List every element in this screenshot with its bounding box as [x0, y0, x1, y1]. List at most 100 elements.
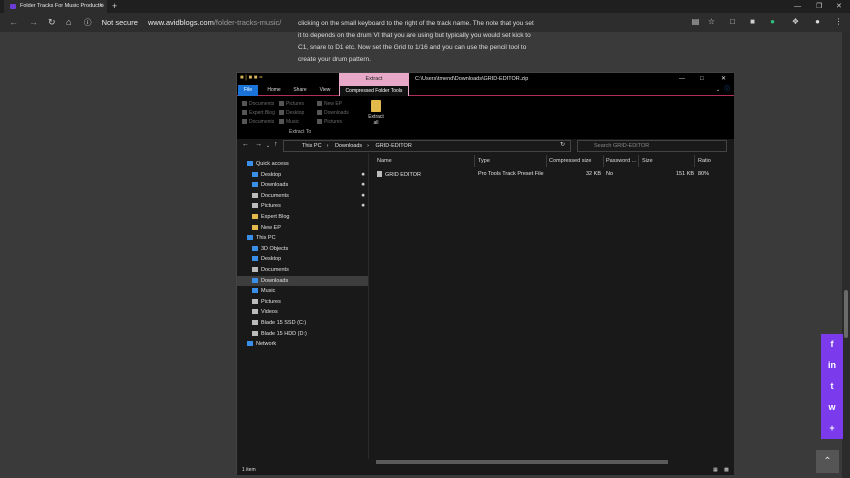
- folder-icon: [252, 320, 258, 325]
- scroll-to-top-button[interactable]: ⌃: [816, 450, 839, 473]
- folder-icon: [252, 330, 258, 336]
- up-icon[interactable]: ↑: [274, 141, 278, 148]
- breadcrumb[interactable]: This PC › Downloads › GRID-EDITOR: [283, 140, 571, 152]
- column-header-size[interactable]: Size: [642, 156, 653, 166]
- tab-compressed-folder-tools[interactable]: Compressed Folder Tools: [339, 85, 409, 96]
- facebook-icon[interactable]: f: [821, 334, 843, 355]
- column-divider[interactable]: [474, 155, 475, 167]
- column-header-name[interactable]: Name: [377, 156, 392, 166]
- tab-file[interactable]: File: [238, 85, 258, 96]
- help-icon[interactable]: ⓘ: [724, 85, 730, 96]
- close-icon[interactable]: ✕: [721, 73, 726, 85]
- column-header-password[interactable]: Password ...: [606, 156, 636, 166]
- column-header-compressed-size[interactable]: Compressed size: [549, 156, 592, 166]
- minimize-icon[interactable]: —: [679, 73, 685, 85]
- sidebar-item-label: Music: [261, 288, 276, 295]
- minimize-icon[interactable]: —: [794, 0, 801, 13]
- search-input[interactable]: Search GRID-EDITOR: [577, 140, 727, 152]
- extension-icon[interactable]: ■: [748, 17, 757, 26]
- ribbon-item[interactable]: Documents: [242, 100, 275, 109]
- new-tab-button[interactable]: +: [112, 0, 117, 13]
- ribbon-item[interactable]: Documents: [242, 118, 275, 127]
- ribbon-item[interactable]: Desktop: [279, 109, 304, 118]
- back-icon[interactable]: ←: [242, 141, 249, 148]
- large-icons-view-icon[interactable]: ▩: [724, 465, 729, 475]
- column-divider[interactable]: [638, 155, 639, 167]
- sidebar-item-blade-15-hdd-d[interactable]: Blade 15 HDD (D:): [237, 329, 368, 339]
- sidebar-item-documents[interactable]: Documents ✸: [237, 191, 368, 201]
- column-divider[interactable]: [603, 155, 604, 167]
- pin-icon: ✸: [361, 203, 366, 210]
- menu-icon[interactable]: ⋮: [834, 17, 843, 26]
- sidebar-item-network[interactable]: Network: [237, 339, 368, 349]
- column-divider[interactable]: [546, 155, 547, 167]
- sidebar-item-blade-15-ssd-c[interactable]: Blade 15 SSD (C:): [237, 318, 368, 328]
- ribbon-item[interactable]: New EP: [317, 100, 349, 109]
- sidebar-item-3d-objects[interactable]: 3D Objects: [237, 244, 368, 254]
- sidebar-item-quick-access[interactable]: Quick access: [237, 159, 368, 169]
- twitter-icon[interactable]: t: [821, 376, 843, 397]
- maximize-icon[interactable]: ❐: [816, 0, 822, 13]
- wechat-icon[interactable]: w: [821, 397, 843, 418]
- ribbon-item[interactable]: Pictures: [317, 118, 349, 127]
- tab-share[interactable]: Share: [290, 85, 310, 96]
- translate-icon[interactable]: ▤: [691, 17, 700, 26]
- refresh-icon[interactable]: ↻: [560, 141, 565, 148]
- breadcrumb-segment[interactable]: This PC: [302, 143, 322, 149]
- column-header-ratio[interactable]: Ratio: [698, 156, 711, 166]
- home-icon[interactable]: ⌂: [66, 16, 71, 29]
- sidebar-item-downloads[interactable]: Downloads: [237, 275, 368, 286]
- article-line: clicking on the small keyboard to the ri…: [298, 20, 534, 27]
- reload-icon[interactable]: ↻: [48, 16, 56, 29]
- scroll-thumb[interactable]: [844, 290, 848, 338]
- bookmark-star-icon[interactable]: ☆: [707, 17, 716, 26]
- sidebar-item-pictures[interactable]: Pictures: [237, 297, 368, 307]
- sidebar-item-videos[interactable]: Videos: [237, 307, 368, 317]
- forward-icon[interactable]: →: [255, 141, 262, 148]
- breadcrumb-segment[interactable]: Downloads: [335, 143, 362, 149]
- linkedin-icon[interactable]: in: [821, 355, 843, 376]
- ribbon-item[interactable]: Pictures: [279, 100, 304, 109]
- grammarly-icon[interactable]: ●: [768, 17, 777, 26]
- sidebar-item-pictures[interactable]: Pictures ✸: [237, 201, 368, 211]
- security-label: Not secure: [101, 18, 138, 27]
- table-row[interactable]: GRID EDITOR Pro Tools Track Preset File …: [369, 169, 735, 179]
- maximize-icon[interactable]: □: [700, 73, 704, 85]
- back-icon[interactable]: ←: [9, 16, 18, 29]
- sidebar-item-music[interactable]: Music: [237, 286, 368, 296]
- column-divider[interactable]: [694, 155, 695, 167]
- tab-view[interactable]: View: [315, 85, 335, 96]
- sidebar-item-this-pc[interactable]: This PC: [237, 233, 368, 243]
- tab-home[interactable]: Home: [264, 85, 284, 96]
- recent-locations-icon[interactable]: ⌄: [266, 143, 270, 149]
- avatar[interactable]: ●: [813, 17, 822, 26]
- extract-all-button[interactable]: Extract all: [367, 100, 385, 126]
- chevron-down-icon[interactable]: ⌄: [716, 85, 720, 96]
- favicon-icon: [10, 4, 16, 9]
- column-header-type[interactable]: Type: [478, 156, 490, 166]
- forward-icon[interactable]: →: [29, 16, 38, 29]
- browser-tab[interactable]: Folder Tracks For Music Productio ×: [4, 0, 107, 13]
- sidebar-item-downloads[interactable]: Downloads ✸: [237, 180, 368, 190]
- reading-list-icon[interactable]: □: [728, 17, 737, 26]
- extensions-puzzle-icon[interactable]: ❖: [791, 17, 800, 26]
- sidebar-item-documents[interactable]: Documents: [237, 265, 368, 275]
- ribbon-item[interactable]: Downloads: [317, 109, 349, 118]
- breadcrumb-segment[interactable]: GRID-EDITOR: [376, 143, 412, 149]
- folder-icon: [242, 119, 247, 124]
- sidebar-item-expert-blog[interactable]: Expert Blog: [237, 212, 368, 222]
- sidebar-item-desktop[interactable]: Desktop ✸: [237, 170, 368, 180]
- share-more-icon[interactable]: +: [821, 418, 843, 439]
- info-icon[interactable]: ⓘ: [84, 18, 92, 27]
- close-icon[interactable]: ×: [99, 0, 103, 13]
- sidebar-item-new-ep[interactable]: New EP: [237, 223, 368, 233]
- page-scrollbar[interactable]: [842, 32, 850, 478]
- ribbon-item[interactable]: Music: [279, 118, 304, 127]
- scroll-thumb[interactable]: [376, 460, 668, 464]
- quick-access-toolbar-icon[interactable]: ■ | ■ ■ =: [240, 75, 263, 81]
- sidebar-item-desktop[interactable]: Desktop: [237, 254, 368, 264]
- sidebar-item-label: This PC: [256, 235, 276, 242]
- close-window-icon[interactable]: ✕: [836, 0, 842, 13]
- details-view-icon[interactable]: ▦: [713, 465, 718, 475]
- ribbon-item[interactable]: Expert Blog: [242, 109, 275, 118]
